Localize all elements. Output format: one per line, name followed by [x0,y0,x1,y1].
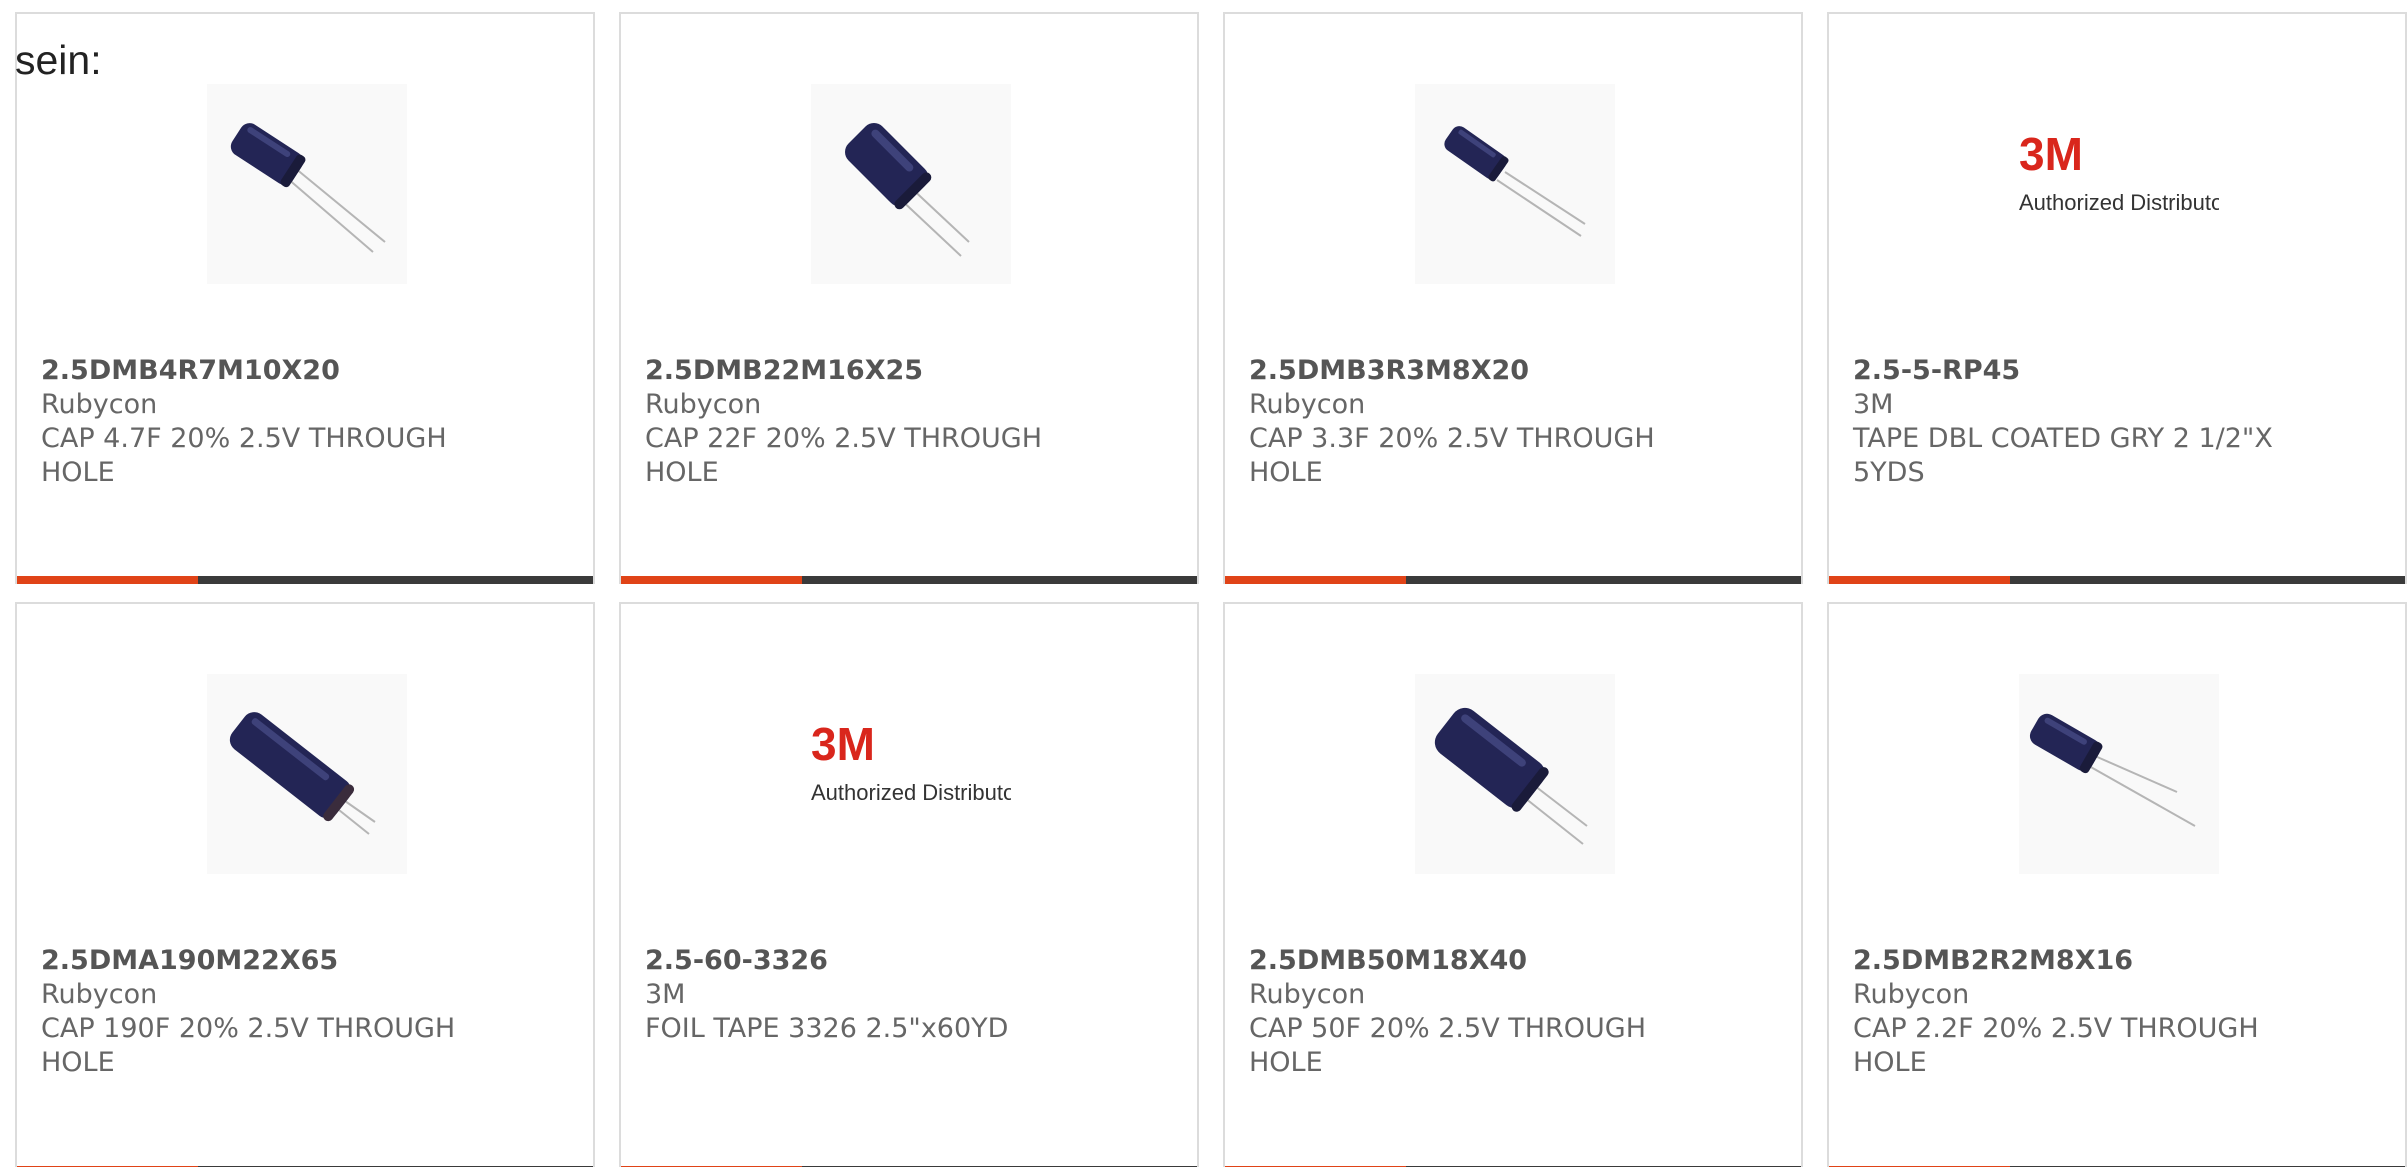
product-description: TAPE DBL COATED GRY 2 1/2"X 5YDS [1853,423,2273,488]
product-card[interactable]: 2.5DMB3R3M8X20 Rubycon CAP 3.3F 20% 2.5V… [1223,12,1803,584]
product-info: 2.5DMB3R3M8X20 Rubycon CAP 3.3F 20% 2.5V… [1249,354,1769,490]
product-description: CAP 190F 20% 2.5V THROUGH HOLE [41,1013,456,1078]
product-description: CAP 50F 20% 2.5V THROUGH HOLE [1249,1013,1647,1078]
card-accent-bar [17,576,199,584]
part-number-link[interactable]: 2.5DMB4R7M10X20 [41,354,561,388]
product-card[interactable]: 2.5DMB2R2M8X16 Rubycon CAP 2.2F 20% 2.5V… [1827,602,2407,1167]
product-card[interactable]: 2.5DMB50M18X40 Rubycon CAP 50F 20% 2.5V … [1223,602,1803,1167]
product-description: CAP 2.2F 20% 2.5V THROUGH HOLE [1853,1013,2259,1078]
capacitor-image[interactable] [1415,84,1615,284]
capacitor-image[interactable] [207,674,407,874]
svg-text:Authorized Distributor: Authorized Distributor [2019,190,2219,215]
capacitor-image[interactable] [811,84,1011,284]
capacitor-image[interactable] [1415,674,1615,874]
card-accent-bar [1829,576,2011,584]
part-number-link[interactable]: 2.5DMB50M18X40 [1249,944,1769,978]
product-description: CAP 4.7F 20% 2.5V THROUGH HOLE [41,423,447,488]
card-accent-bar [1225,576,1407,584]
product-grid-page: sein: 2.5DMB4R7M10X20 Rubycon CAP 4.7F 2… [0,0,2408,1167]
product-info: 2.5DMA190M22X65 Rubycon CAP 190F 20% 2.5… [41,944,561,1080]
product-description: FOIL TAPE 3326 2.5"x60YD [645,1013,1009,1044]
product-info: 2.5-5-RP45 3M TAPE DBL COATED GRY 2 1/2"… [1853,354,2373,490]
product-description: CAP 3.3F 20% 2.5V THROUGH HOLE [1249,423,1655,488]
3m-logo-image[interactable]: 3M Authorized Distributor [2019,84,2219,284]
capacitor-image[interactable] [207,84,407,284]
part-number-link[interactable]: 2.5-5-RP45 [1853,354,2373,388]
manufacturer-name: Rubycon [645,389,762,420]
part-number-link[interactable]: 2.5DMA190M22X65 [41,944,561,978]
product-grid: 2.5DMB4R7M10X20 Rubycon CAP 4.7F 20% 2.5… [15,12,2407,1167]
product-card[interactable]: 2.5DMB22M16X25 Rubycon CAP 22F 20% 2.5V … [619,12,1199,584]
manufacturer-name: Rubycon [41,979,158,1010]
product-info: 2.5-60-3326 3M FOIL TAPE 3326 2.5"x60YD [645,944,1165,1046]
card-accent-bar [621,576,803,584]
manufacturer-name: Rubycon [1853,979,1970,1010]
product-info: 2.5DMB2R2M8X16 Rubycon CAP 2.2F 20% 2.5V… [1853,944,2373,1080]
product-info: 2.5DMB50M18X40 Rubycon CAP 50F 20% 2.5V … [1249,944,1769,1080]
manufacturer-name: 3M [1853,389,1894,420]
product-card[interactable]: 2.5DMA190M22X65 Rubycon CAP 190F 20% 2.5… [15,602,595,1167]
product-info: 2.5DMB4R7M10X20 Rubycon CAP 4.7F 20% 2.5… [41,354,561,490]
capacitor-image[interactable] [2019,674,2219,874]
manufacturer-name: Rubycon [1249,979,1366,1010]
part-number-link[interactable]: 2.5DMB2R2M8X16 [1853,944,2373,978]
product-card[interactable]: 2.5DMB4R7M10X20 Rubycon CAP 4.7F 20% 2.5… [15,12,595,584]
svg-text:3M: 3M [2019,128,2083,180]
svg-text:Authorized Distributor: Authorized Distributor [811,780,1011,805]
svg-text:3M: 3M [811,718,875,770]
intro-text: sein: [15,37,102,83]
product-card[interactable]: 3M Authorized Distributor 2.5-60-3326 3M… [619,602,1199,1167]
part-number-link[interactable]: 2.5-60-3326 [645,944,1165,978]
manufacturer-name: Rubycon [41,389,158,420]
part-number-link[interactable]: 2.5DMB3R3M8X20 [1249,354,1769,388]
manufacturer-name: Rubycon [1249,389,1366,420]
part-number-link[interactable]: 2.5DMB22M16X25 [645,354,1165,388]
product-info: 2.5DMB22M16X25 Rubycon CAP 22F 20% 2.5V … [645,354,1165,490]
product-card[interactable]: 3M Authorized Distributor 2.5-5-RP45 3M … [1827,12,2407,584]
product-description: CAP 22F 20% 2.5V THROUGH HOLE [645,423,1043,488]
manufacturer-name: 3M [645,979,686,1010]
3m-logo-image[interactable]: 3M Authorized Distributor [811,674,1011,874]
